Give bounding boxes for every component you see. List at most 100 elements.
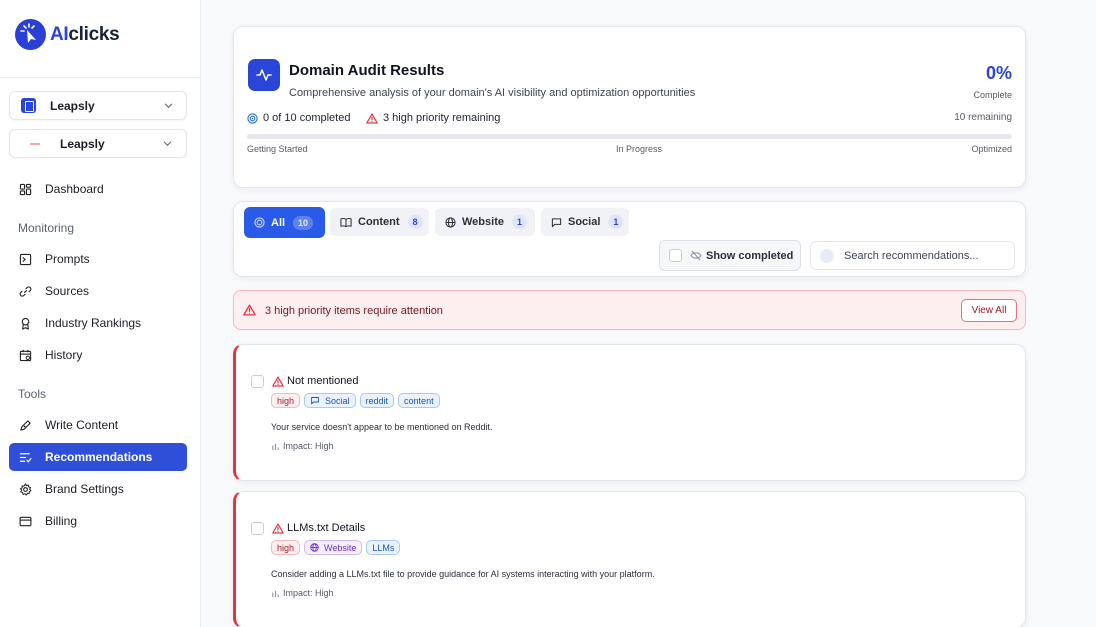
- stage-label-middle: In Progress: [616, 144, 663, 154]
- bar-chart-icon: [272, 590, 279, 597]
- tab-count-badge: 1: [511, 215, 527, 229]
- recommendation-checkbox[interactable]: [251, 522, 264, 535]
- filter-bar: All 10 Content 8 Website 1 Social 1 Show…: [233, 201, 1026, 277]
- sidebar-item-label: Prompts: [45, 252, 90, 266]
- tab-count-badge: 1: [608, 215, 624, 229]
- brand-mini-logo: [30, 142, 40, 145]
- tab-website[interactable]: Website 1: [435, 208, 535, 236]
- tab-label: Website: [462, 216, 504, 228]
- high-priority-text: 3 high priority remaining: [383, 112, 501, 124]
- keyword-tag: content: [398, 393, 440, 408]
- workspace-selector-label: Leapsly: [50, 98, 95, 113]
- show-completed-checkbox[interactable]: [669, 249, 682, 262]
- award-icon: [18, 316, 32, 330]
- completion-label: Complete: [973, 90, 1012, 100]
- sidebar-item-label: Recommendations: [45, 450, 153, 464]
- activity-icon: [248, 59, 280, 91]
- search-icon: [820, 248, 834, 263]
- show-completed-toggle[interactable]: Show completed: [659, 240, 801, 271]
- tab-label: All: [271, 216, 286, 229]
- impact-text: Impact: High: [283, 588, 334, 598]
- sidebar-item-label: Billing: [45, 514, 78, 528]
- priority-tag: high: [271, 393, 301, 408]
- show-completed-label: Show completed: [706, 249, 794, 262]
- sidebar-item-prompts[interactable]: Prompts: [9, 245, 187, 273]
- tab-count-badge: 8: [407, 215, 423, 229]
- brand-selector-label: Leapsly: [60, 136, 105, 151]
- recommendation-card[interactable]: Not mentioned high Social reddit content…: [233, 344, 1026, 481]
- impact-label: Impact: High: [271, 588, 334, 598]
- brand-name: AIclicks: [50, 24, 120, 46]
- chevron-down-icon: [164, 103, 173, 109]
- workspace-selector[interactable]: Leapsly: [9, 91, 187, 120]
- tab-label: Social: [568, 216, 601, 228]
- sidebar-item-recommendations[interactable]: Recommendations: [9, 443, 187, 471]
- sidebar-item-billing[interactable]: Billing: [9, 507, 187, 535]
- page-title: Domain Audit Results: [289, 62, 445, 79]
- audit-progress-bar: [247, 134, 1012, 139]
- impact-label: Impact: High: [271, 441, 334, 451]
- sidebar-item-label: Dashboard: [45, 182, 104, 196]
- tab-social[interactable]: Social 1: [541, 208, 629, 236]
- search-box[interactable]: [810, 241, 1015, 270]
- sidebar-item-write-content[interactable]: Write Content: [9, 411, 187, 439]
- sidebar-item-brand-settings[interactable]: Brand Settings: [9, 475, 187, 503]
- tab-count-badge: 10: [293, 215, 314, 230]
- target-icon: [254, 217, 265, 228]
- warning-icon: [366, 112, 378, 124]
- bar-chart-icon: [272, 443, 279, 450]
- impact-text: Impact: High: [283, 441, 334, 451]
- pen-icon: [18, 418, 32, 432]
- brand-selector[interactable]: Leapsly: [9, 129, 187, 158]
- category-tag: Social: [304, 393, 356, 408]
- keyword-tag: LLMs: [366, 540, 401, 555]
- view-all-button[interactable]: View All: [961, 299, 1017, 322]
- recommendation-tags: high Website LLMs: [271, 540, 401, 555]
- sidebar-item-industry-rankings[interactable]: Industry Rankings: [9, 309, 187, 337]
- calendar-icon: [18, 348, 32, 362]
- audit-summary-card: Domain Audit Results Comprehensive analy…: [233, 26, 1026, 188]
- eye-off-icon: [690, 250, 702, 261]
- recommendation-title: LLMs.txt Details: [287, 522, 366, 534]
- dashboard-icon: [18, 182, 32, 196]
- completed-text: 0 of 10 completed: [263, 112, 351, 124]
- recommendation-checkbox[interactable]: [251, 375, 264, 388]
- book-icon: [340, 217, 352, 228]
- warning-icon: [272, 376, 284, 387]
- sidebar-item-sources[interactable]: Sources: [9, 277, 187, 305]
- high-priority-stat: 3 high priority remaining: [366, 112, 500, 124]
- sidebar: AIclicks Leapsly Leapsly Dashboard Monit…: [0, 0, 201, 627]
- recommendation-card[interactable]: LLMs.txt Details high Website LLMs Consi…: [233, 491, 1026, 627]
- globe-icon: [445, 216, 456, 228]
- alert-message: 3 high priority items require attention: [265, 305, 443, 317]
- search-input[interactable]: [844, 249, 1004, 262]
- sidebar-item-label: Write Content: [45, 418, 119, 432]
- priority-alert: 3 high priority items require attention …: [233, 290, 1026, 330]
- category-tag-label: Website: [324, 542, 357, 553]
- target-icon: [247, 112, 258, 124]
- terminal-icon: [18, 252, 32, 266]
- sidebar-item-dashboard[interactable]: Dashboard: [9, 175, 187, 203]
- section-label-tools: Tools: [18, 387, 47, 401]
- remaining-count: 10 remaining: [954, 112, 1012, 123]
- section-label-monitoring: Monitoring: [18, 221, 75, 235]
- globe-icon: [310, 543, 319, 552]
- stage-label-end: Optimized: [971, 144, 1012, 154]
- sidebar-item-label: Industry Rankings: [45, 316, 142, 330]
- card-icon: [18, 514, 32, 528]
- gear-icon: [18, 482, 32, 496]
- sidebar-item-history[interactable]: History: [9, 341, 187, 369]
- recommendation-description: Your service doesn't appear to be mentio…: [271, 422, 493, 432]
- keyword-tag: reddit: [359, 393, 395, 408]
- brand-logo[interactable]: AIclicks: [15, 19, 120, 50]
- priority-tag: high: [271, 540, 301, 555]
- cursor-click-icon: [15, 19, 46, 50]
- completion-percent: 0%: [985, 63, 1012, 83]
- message-icon: [310, 396, 320, 405]
- tab-content[interactable]: Content 8: [330, 208, 429, 236]
- chevron-down-icon: [163, 141, 172, 147]
- tab-all[interactable]: All 10: [244, 207, 325, 238]
- recommendation-tags: high Social reddit content: [271, 393, 440, 408]
- recommendation-title: Not mentioned: [287, 375, 359, 387]
- recommendation-description: Consider adding a LLMs.txt file to provi…: [271, 569, 655, 579]
